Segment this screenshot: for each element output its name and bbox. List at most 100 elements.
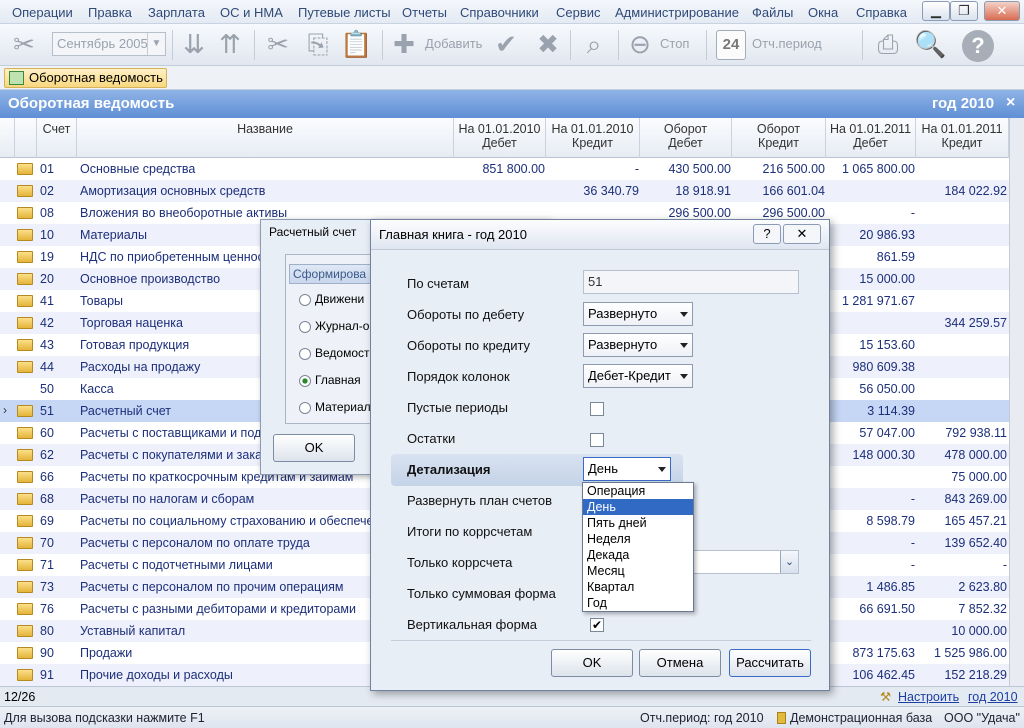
credit-select[interactable]: Развернуто (583, 333, 693, 357)
col-turn-credit[interactable]: Оборот Кредит (732, 118, 826, 158)
window-year: год 2010 (932, 95, 995, 112)
help-icon[interactable]: ? (962, 30, 994, 62)
table-row[interactable]: 02 Амортизация основных средств 36 340.79 1… (0, 180, 1009, 202)
folder-icon (17, 295, 33, 307)
tab-oborotnaya[interactable]: Оборотная ведомость (4, 68, 167, 88)
col-start-credit[interactable]: На 01.01.2010 Кредит (546, 118, 640, 158)
radio-2[interactable] (299, 348, 311, 360)
col-end-debit[interactable]: На 01.01.2011 Дебет (826, 118, 916, 158)
col-name[interactable]: Название (77, 118, 454, 158)
vertical-checkbox[interactable]: ✔ (590, 618, 604, 632)
sort-desc-icon[interactable]: ⇊ (178, 28, 210, 60)
folder-icon (17, 559, 33, 571)
back-ok-button[interactable]: OK (273, 434, 355, 462)
tab-bar: Оборотная ведомость (0, 66, 1024, 90)
menu-windows[interactable]: Окна (808, 5, 838, 20)
radio-4[interactable] (299, 402, 311, 414)
close-icon[interactable]: × (1006, 94, 1015, 112)
stop-icon[interactable]: ⊖ (624, 28, 656, 60)
folder-icon (17, 647, 33, 659)
menu-files[interactable]: Файлы (752, 5, 793, 20)
add-button[interactable]: Добавить (425, 36, 482, 70)
period-select[interactable]: Сентябрь 2005 ▼ (52, 32, 166, 56)
chevron-down-icon[interactable]: ⌄ (780, 551, 798, 573)
order-select[interactable]: Дебет-Кредит (583, 364, 693, 388)
amount-cell: 15 153.60 (859, 338, 915, 352)
radio-1[interactable] (299, 321, 311, 333)
print-icon[interactable]: ⎙ (872, 28, 904, 60)
radio-3-selected[interactable] (299, 375, 311, 387)
option-month[interactable]: Месяц (583, 563, 693, 579)
option-operation[interactable]: Операция (583, 483, 693, 499)
paste-icon[interactable]: 📋 (340, 28, 372, 60)
cancel-button[interactable]: Отмена (639, 649, 721, 677)
help-icon[interactable]: ? (753, 224, 781, 244)
table-row[interactable]: 01 Основные средства 851 800.00 - 430 500.00… (0, 158, 1009, 180)
search-icon[interactable]: ⌕ (578, 28, 610, 60)
col-end-credit[interactable]: На 01.01.2011 Кредит (916, 118, 1009, 158)
detail-select[interactable]: День (583, 457, 671, 481)
check-icon[interactable]: ✔ (490, 28, 522, 60)
year-link[interactable]: год 2010 (968, 690, 1018, 704)
calendar-icon[interactable]: 24 (716, 30, 746, 60)
col-start-debit[interactable]: На 01.01.2010 Дебет (454, 118, 546, 158)
delete-icon[interactable]: ✖ (532, 28, 564, 60)
stop-button[interactable]: Стоп (660, 36, 689, 70)
cut-icon[interactable]: ✂ (262, 28, 294, 60)
menu-waybills[interactable]: Путевые листы (298, 5, 391, 20)
minimize-icon[interactable]: ▁ (922, 1, 950, 21)
current-row-marker: › (3, 403, 7, 417)
preview-icon[interactable]: 🔍 (914, 28, 946, 60)
option-week[interactable]: Неделя (583, 531, 693, 547)
folder-icon (17, 669, 33, 681)
setup-link[interactable]: Настроить (898, 690, 959, 704)
amount-cell: 851 800.00 (482, 162, 545, 176)
option-decade[interactable]: Декада (583, 547, 693, 563)
calculate-button[interactable]: Рассчитать (729, 649, 811, 677)
menu-operations[interactable]: Операции (12, 5, 73, 20)
option-quarter[interactable]: Квартал (583, 579, 693, 595)
amount-cell: 216 500.00 (762, 162, 825, 176)
sort-asc-icon[interactable]: ⇈ (214, 28, 246, 60)
col-turn-debit[interactable]: Оборот Дебет (640, 118, 732, 158)
report-period-button[interactable]: Отч.период (752, 36, 822, 70)
order-label: Порядок колонок (407, 369, 510, 384)
option-year[interactable]: Год (583, 595, 693, 611)
amount-cell: 430 500.00 (668, 162, 731, 176)
menu-service[interactable]: Сервис (556, 5, 601, 20)
copy-icon[interactable]: ⎘ (302, 28, 334, 60)
menu-edit[interactable]: Правка (88, 5, 132, 20)
accounts-field[interactable]: 51 (583, 270, 799, 294)
menu-help[interactable]: Справка (856, 5, 907, 20)
account-cell: 90 (40, 646, 54, 660)
close-icon[interactable]: ✕ (783, 224, 821, 244)
settings-icon[interactable]: ⚒ (880, 689, 891, 704)
status-bar: Для вызова подсказки нажмите F1 Отч.пери… (0, 706, 1024, 728)
menu-admin[interactable]: Администрирование (615, 5, 739, 20)
account-cell: 71 (40, 558, 54, 572)
restore-icon[interactable]: ❐ (950, 1, 978, 21)
window-titlebar: Оборотная ведомость год 2010 × (0, 90, 1024, 118)
folder-icon (17, 427, 33, 439)
divider (391, 640, 811, 641)
debit-select[interactable]: Развернуто (583, 302, 693, 326)
vertical-scrollbar[interactable] (1009, 118, 1024, 686)
menu-reports[interactable]: Отчеты (402, 5, 447, 20)
menu-assets[interactable]: ОС и НМА (220, 5, 283, 20)
corr-field[interactable]: ⌄ (693, 550, 799, 574)
radio-label-4: Материал (315, 400, 371, 414)
add-icon[interactable]: ✚ (388, 28, 420, 60)
radio-0[interactable] (299, 294, 311, 306)
balance-checkbox[interactable] (590, 433, 604, 447)
close-app-icon[interactable]: ✕ (984, 1, 1020, 21)
account-cell: 73 (40, 580, 54, 594)
menu-catalogs[interactable]: Справочники (460, 5, 539, 20)
option-five-days[interactable]: Пять дней (583, 515, 693, 531)
empty-periods-checkbox[interactable] (590, 402, 604, 416)
amount-cell: 1 525 986.00 (934, 646, 1007, 660)
menu-salary[interactable]: Зарплата (148, 5, 205, 20)
col-account[interactable]: Счет (37, 118, 77, 158)
option-day[interactable]: День (583, 499, 693, 515)
tools-icon[interactable]: ✂ (8, 28, 40, 60)
ok-button[interactable]: OK (551, 649, 633, 677)
